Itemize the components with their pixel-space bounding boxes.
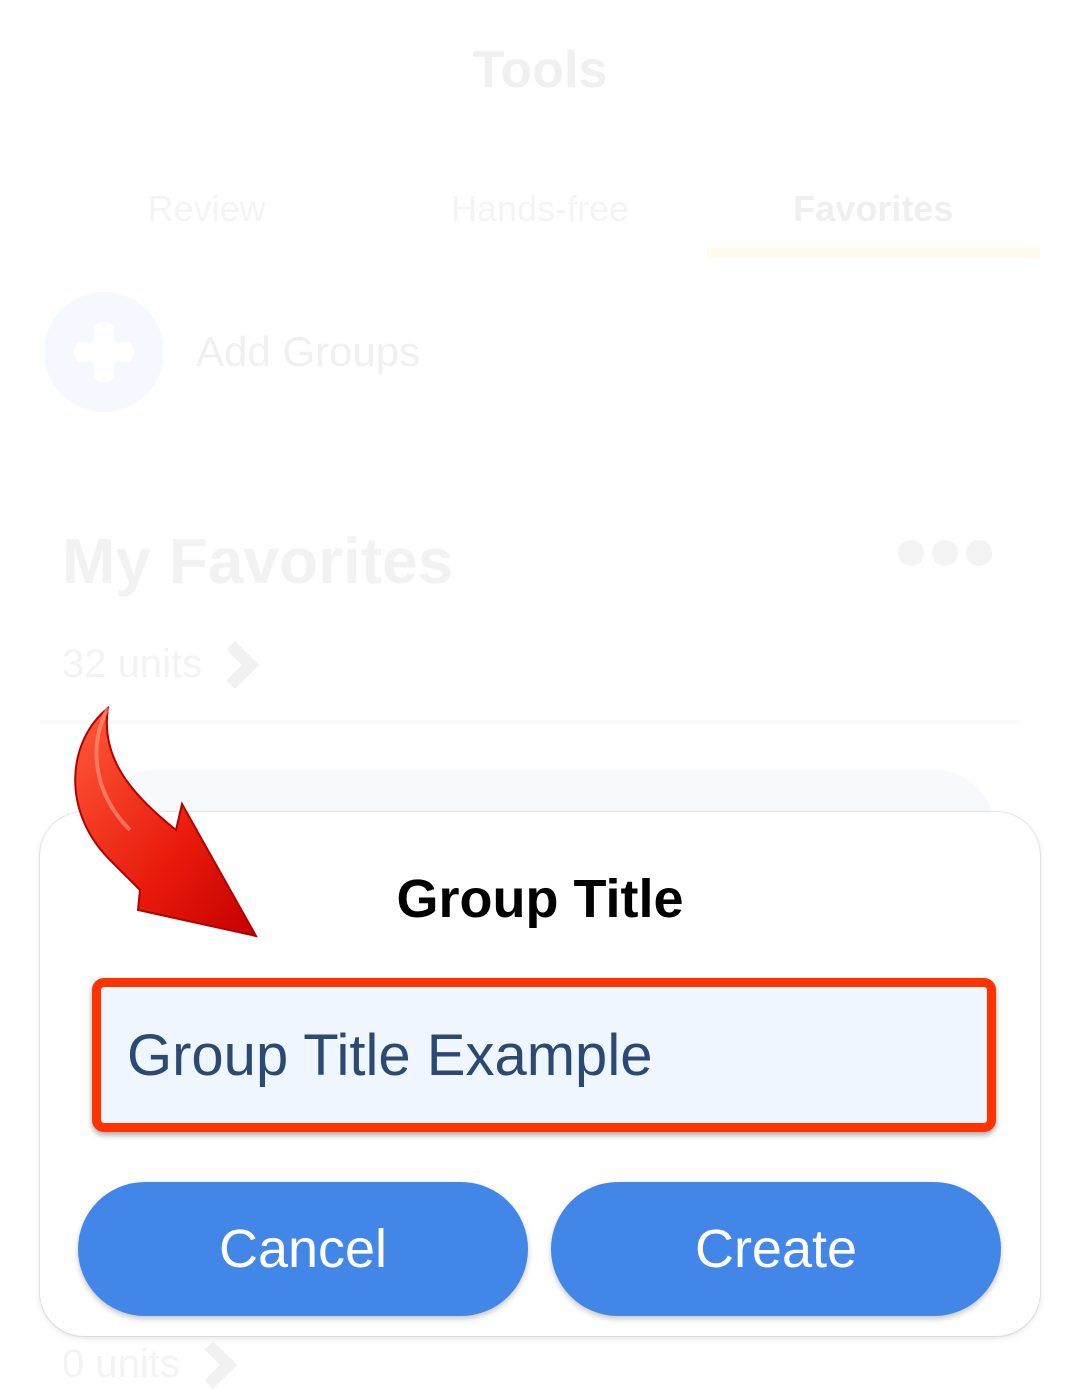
tab-hands-free[interactable]: Hands-free	[373, 188, 706, 258]
favorites-card-title: My Favorites	[62, 525, 454, 597]
group-count-label: 0 units	[62, 1342, 180, 1386]
favorites-card[interactable]: My Favorites 32 units	[40, 500, 1020, 724]
chevron-right-icon	[188, 1340, 237, 1389]
tab-favorites[interactable]: Favorites	[706, 188, 1040, 258]
tab-review[interactable]: Review	[40, 188, 373, 258]
group-title-input[interactable]	[101, 987, 987, 1123]
add-groups-label: Add Groups	[196, 328, 421, 375]
page-title: Tools	[472, 41, 608, 99]
group-unit-count[interactable]: 0 units	[62, 1340, 237, 1389]
cancel-button[interactable]: Cancel	[78, 1182, 528, 1316]
more-options-icon[interactable]	[898, 540, 992, 566]
more-dot	[898, 540, 924, 566]
add-groups-button[interactable]: Add Groups	[44, 292, 420, 412]
more-dot	[932, 540, 958, 566]
favorites-count-label: 32 units	[62, 642, 203, 686]
input-highlight-box	[92, 978, 996, 1132]
plus-icon	[44, 292, 164, 412]
favorites-unit-count[interactable]: 32 units	[62, 640, 260, 689]
chevron-right-icon	[211, 640, 260, 689]
more-dot	[966, 540, 992, 566]
tab-bar: Review Hands-free Favorites	[40, 188, 1040, 258]
annotation-arrow-icon	[74, 705, 258, 938]
create-button[interactable]: Create	[551, 1182, 1001, 1316]
